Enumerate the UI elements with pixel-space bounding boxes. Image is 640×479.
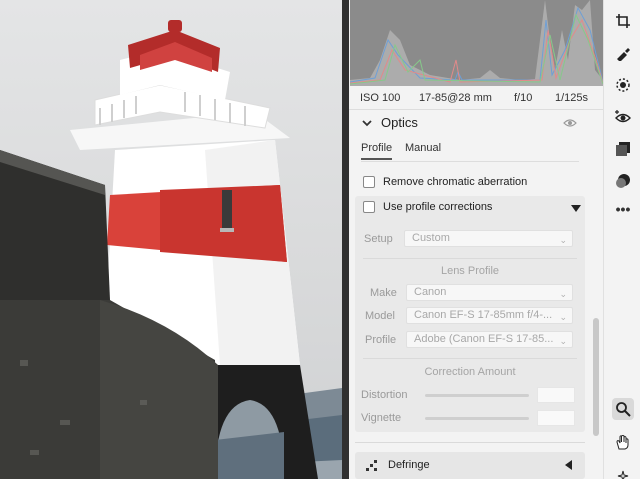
model-label: Model — [365, 310, 395, 322]
distortion-value-field[interactable] — [537, 387, 575, 403]
exif-info: ISO 100 17-85@28 mm f/10 1/125s — [349, 86, 603, 110]
remove-chromatic-aberration-label: Remove chromatic aberration — [383, 176, 528, 188]
masking-icon[interactable] — [612, 74, 634, 96]
vignette-slider[interactable] — [425, 417, 529, 420]
collapse-triangle-icon[interactable] — [571, 205, 581, 212]
divider — [363, 358, 577, 359]
iso-value: ISO 100 — [360, 91, 401, 104]
sparkle-icon[interactable] — [612, 465, 634, 479]
histogram-graph — [350, 0, 603, 86]
vignette-label: Vignette — [361, 412, 402, 424]
zoom-icon[interactable] — [612, 398, 634, 420]
optics-tabs: Profile Manual — [361, 138, 579, 162]
aperture-value: f/10 — [514, 91, 533, 104]
expand-triangle-icon[interactable] — [565, 460, 572, 470]
profile-corrections-group: Use profile corrections Setup Custom ⌄ Le… — [355, 196, 585, 432]
presets-icon[interactable] — [612, 138, 634, 160]
shutter-speed-value: 1/125s — [555, 91, 589, 104]
chevron-down-icon: ⌄ — [559, 235, 567, 245]
chevron-down-icon: ⌄ — [559, 336, 567, 346]
healing-brush-icon[interactable] — [612, 42, 634, 64]
divider — [363, 258, 577, 259]
remove-chromatic-aberration-row[interactable]: Remove chromatic aberration — [363, 172, 527, 192]
crop-icon[interactable] — [612, 10, 634, 32]
panel-scrollbar[interactable] — [593, 318, 599, 436]
optics-title: Optics — [381, 115, 418, 130]
tab-manual[interactable]: Manual — [405, 142, 441, 154]
focal-length-value: 17-85@28 mm — [419, 91, 492, 104]
setup-select[interactable]: Custom ⌄ — [404, 230, 573, 247]
use-profile-corrections-checkbox[interactable] — [363, 201, 375, 213]
tab-profile[interactable]: Profile — [361, 142, 393, 160]
correction-amount-heading: Correction Amount — [424, 366, 516, 378]
setup-label: Setup — [364, 233, 393, 245]
use-profile-corrections-row[interactable]: Use profile corrections — [363, 197, 492, 217]
more-icon[interactable]: ••• — [612, 198, 634, 220]
panel-divider[interactable] — [342, 0, 349, 479]
chevron-down-icon: ⌄ — [559, 312, 567, 322]
profile-value: Adobe (Canon EF-S 17-85... — [414, 333, 554, 345]
defringe-section-header[interactable]: Defringe — [355, 452, 585, 479]
photo-canvas[interactable] — [0, 0, 342, 479]
eye-icon[interactable] — [563, 117, 577, 129]
hand-icon[interactable] — [612, 431, 634, 453]
defringe-title: Defringe — [388, 459, 430, 471]
chevron-down-icon[interactable] — [361, 117, 373, 129]
lighthouse-photo — [0, 20, 342, 479]
model-value: Canon EF-S 17-85mm f/4-... — [414, 309, 553, 321]
make-select[interactable]: Canon ⌄ — [406, 284, 573, 301]
setup-value: Custom — [412, 232, 450, 244]
remove-chromatic-aberration-checkbox[interactable] — [363, 176, 375, 188]
optics-section-header[interactable]: Optics — [349, 110, 603, 136]
use-profile-corrections-label: Use profile corrections — [383, 201, 493, 213]
profile-select[interactable]: Adobe (Canon EF-S 17-85... ⌄ — [406, 331, 573, 348]
defringe-icon — [366, 460, 377, 471]
histogram — [350, 0, 603, 86]
divider — [355, 442, 585, 443]
snapshots-icon[interactable] — [612, 170, 634, 192]
make-value: Canon — [414, 286, 447, 298]
tool-strip: ••• — [603, 0, 640, 479]
model-select[interactable]: Canon EF-S 17-85mm f/4-... ⌄ — [406, 307, 573, 324]
distortion-label: Distortion — [361, 389, 408, 401]
chevron-down-icon: ⌄ — [559, 289, 567, 299]
lens-profile-heading: Lens Profile — [440, 265, 500, 277]
make-label: Make — [370, 287, 397, 299]
distortion-slider[interactable] — [425, 394, 529, 397]
develop-panel: ISO 100 17-85@28 mm f/10 1/125s Optics P… — [349, 0, 603, 479]
profile-label: Profile — [365, 334, 397, 346]
red-eye-icon[interactable] — [612, 106, 634, 128]
vignette-value-field[interactable] — [537, 410, 575, 426]
